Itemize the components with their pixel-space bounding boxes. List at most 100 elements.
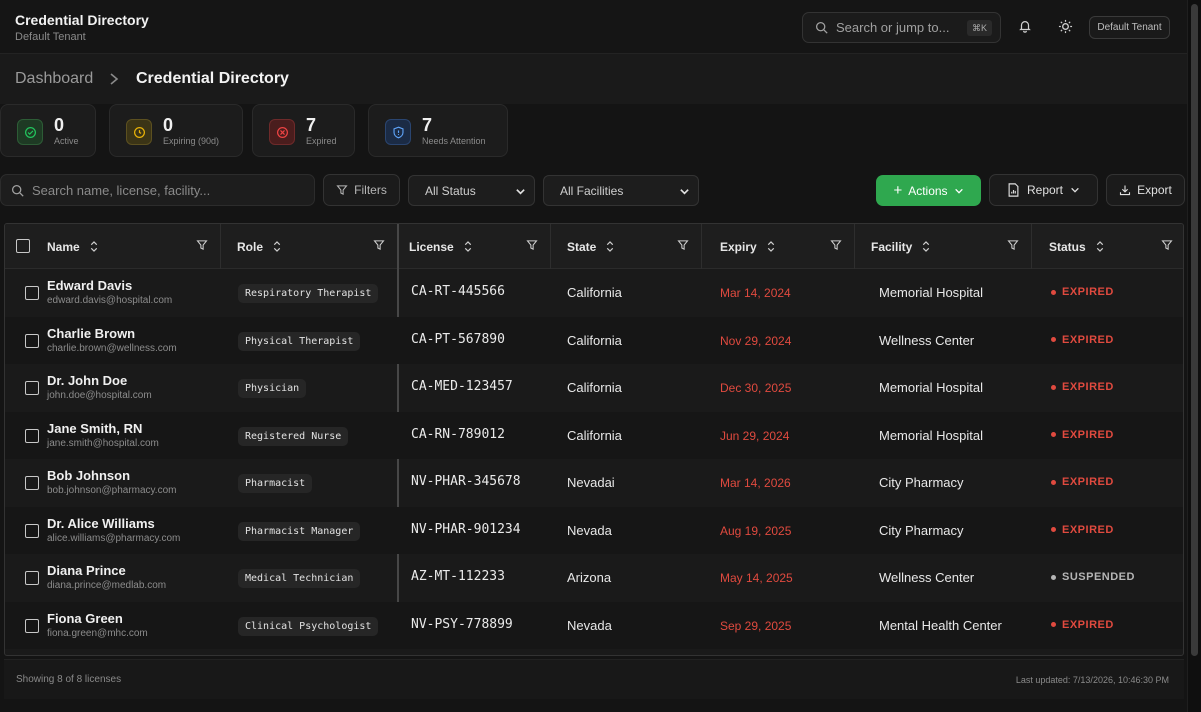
column-header-license[interactable]: License — [409, 224, 550, 269]
page-scrollbar[interactable] — [1187, 0, 1201, 712]
app-title: Credential Directory — [15, 12, 149, 28]
sort-icon[interactable] — [922, 241, 930, 252]
status-dot-icon — [1051, 527, 1056, 532]
funnel-icon[interactable] — [526, 239, 538, 254]
cell-name[interactable]: Edward Davis — [47, 278, 132, 293]
role-badge: Pharmacist — [238, 474, 313, 493]
report-document-icon — [1008, 183, 1019, 197]
search-field[interactable] — [0, 174, 315, 206]
role-badge: Registered Nurse — [238, 426, 349, 446]
cell-name[interactable]: Bob Johnson — [47, 468, 130, 483]
role-badge: Respiratory Therapist — [238, 284, 379, 303]
global-search[interactable]: Search or jump to... ⌘K — [802, 12, 1001, 43]
cell-name[interactable]: Jane Smith, RN — [47, 421, 142, 436]
row-checkbox[interactable] — [25, 428, 39, 443]
status-dot-icon — [1051, 289, 1056, 295]
cell-expiry: Nov 29, 2024 — [720, 333, 792, 348]
row-checkbox[interactable] — [25, 571, 39, 585]
notifications-bell-icon[interactable] — [1016, 17, 1034, 35]
status-dot-icon — [1051, 479, 1056, 485]
select-all-checkbox[interactable] — [16, 239, 30, 253]
cell-name[interactable]: Charlie Brown — [47, 326, 135, 341]
report-button[interactable]: Report — [989, 174, 1098, 206]
tenant-switcher-button[interactable]: Default Tenant — [1089, 16, 1170, 39]
row-checkbox[interactable] — [25, 286, 39, 300]
status-dot-icon — [1051, 337, 1056, 342]
status-label: EXPIRED — [1062, 381, 1114, 393]
page-title: Credential Directory — [136, 70, 289, 87]
funnel-icon[interactable] — [1007, 239, 1019, 254]
filters-button[interactable]: Filters — [323, 174, 400, 206]
stat-card-needs-attention[interactable]: 7 Needs Attention — [368, 104, 508, 157]
stat-card-active[interactable]: 0 Active — [0, 104, 96, 157]
cell-facility: Memorial Hospital — [879, 427, 984, 443]
status-badge: EXPIRED — [1051, 476, 1114, 488]
row-checkbox[interactable] — [25, 523, 39, 538]
cell-name[interactable]: Dr. Alice Williams — [47, 516, 155, 531]
table-row[interactable]: Charlie Brown charlie.brown@wellness.com P… — [5, 316, 1183, 364]
stat-label: Expiring (90d) — [163, 136, 220, 146]
search-input[interactable] — [32, 182, 312, 198]
app-subtitle: Default Tenant — [15, 31, 86, 43]
column-header-name[interactable]: Name — [47, 224, 220, 269]
cell-expiry: Aug 19, 2025 — [720, 523, 792, 538]
cell-state: California — [567, 332, 622, 348]
table-row[interactable]: Bob Johnson bob.johnson@pharmacy.com Pharm… — [5, 459, 1183, 507]
column-header-expiry[interactable]: Expiry — [720, 224, 854, 269]
cell-name[interactable]: Diana Prince — [47, 563, 126, 578]
status-dot-icon — [1051, 432, 1056, 437]
status-select[interactable]: All Status — [408, 175, 535, 206]
export-button[interactable]: Export — [1106, 174, 1185, 206]
sort-icon[interactable] — [273, 241, 281, 252]
funnel-icon[interactable] — [373, 239, 385, 254]
actions-button[interactable]: + Actions — [876, 175, 981, 206]
funnel-icon[interactable] — [1161, 239, 1173, 254]
table-row[interactable]: Fiona Green fiona.green@mhc.com Clinical P… — [5, 601, 1183, 649]
table-row[interactable]: Jane Smith, RN jane.smith@hospital.com Reg… — [5, 411, 1183, 459]
chevron-down-icon — [680, 189, 689, 195]
stat-value: 7 — [306, 115, 317, 135]
funnel-icon[interactable] — [196, 239, 208, 254]
stat-card-expiring[interactable]: 0 Expiring (90d) — [109, 104, 243, 157]
cell-name[interactable]: Dr. John Doe — [47, 373, 127, 388]
table-row[interactable]: Edward Davis edward.davis@hospital.com Res… — [5, 269, 1183, 317]
filters-button-label: Filters — [354, 183, 387, 197]
sort-icon[interactable] — [1096, 241, 1104, 252]
row-checkbox[interactable] — [25, 381, 39, 395]
column-header-label: License — [409, 239, 454, 254]
cell-name[interactable]: Fiona Green — [47, 611, 123, 626]
facility-select[interactable]: All Facilities — [543, 175, 699, 206]
table-row[interactable]: Dr. John Doe john.doe@hospital.com Physici… — [5, 364, 1183, 412]
role-badge: Pharmacist Manager — [238, 521, 361, 541]
sort-icon[interactable] — [767, 241, 775, 252]
row-checkbox[interactable] — [25, 618, 39, 633]
row-checkbox[interactable] — [25, 476, 39, 490]
breadcrumb-dashboard-link[interactable]: Dashboard — [15, 70, 93, 88]
stat-card-expired[interactable]: 7 Expired — [252, 104, 355, 157]
column-header-state[interactable]: State — [567, 224, 701, 269]
funnel-icon[interactable] — [677, 239, 689, 254]
cell-state: Arizona — [567, 570, 612, 585]
sort-icon[interactable] — [606, 241, 614, 252]
theme-toggle-sun-icon[interactable] — [1056, 17, 1074, 35]
cell-facility: Memorial Hospital — [879, 285, 984, 300]
table-row[interactable]: Dr. Alice Williams alice.williams@pharmac… — [5, 506, 1183, 554]
status-label: EXPIRED — [1062, 618, 1114, 631]
cell-email: bob.johnson@pharmacy.com — [47, 485, 177, 496]
funnel-icon[interactable] — [830, 239, 842, 254]
page-scrollbar-thumb[interactable] — [1191, 4, 1198, 656]
table-row[interactable]: Diana Prince diana.prince@medlab.com Medic… — [5, 554, 1183, 602]
status-badge: EXPIRED — [1051, 429, 1114, 441]
facility-select-value: All Facilities — [560, 183, 624, 198]
status-dot-icon — [1051, 622, 1056, 627]
column-header-label: Name — [47, 239, 80, 254]
cell-email: john.doe@hospital.com — [47, 390, 152, 401]
sort-icon[interactable] — [464, 241, 472, 252]
column-header-status[interactable]: Status — [1049, 224, 1183, 269]
status-badge: EXPIRED — [1051, 334, 1114, 346]
column-header-facility[interactable]: Facility — [871, 224, 1031, 269]
sort-icon[interactable] — [90, 241, 98, 252]
column-divider — [220, 224, 221, 269]
row-checkbox[interactable] — [25, 333, 39, 348]
column-header-role[interactable]: Role — [237, 224, 397, 269]
